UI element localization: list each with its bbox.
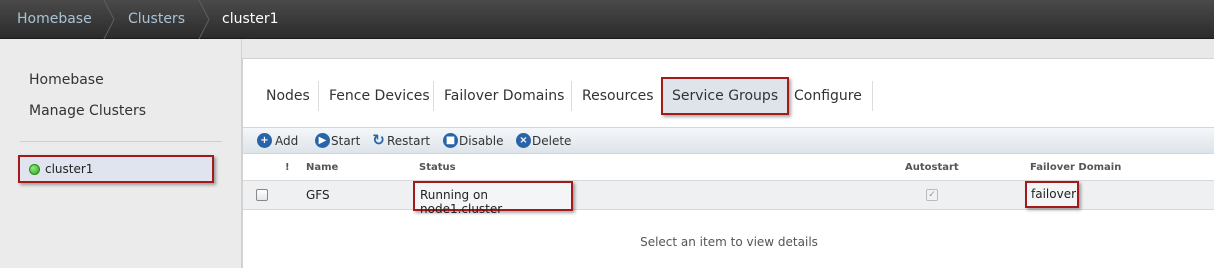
tab-service-groups[interactable]: Service Groups [661, 77, 790, 115]
table-row[interactable]: GFS Running on node1.cluster ✓ failover [243, 180, 1214, 216]
delete-label: Delete [532, 134, 572, 148]
row-select-checkbox[interactable] [256, 189, 268, 201]
breadcrumb-separator-icon [198, 0, 210, 39]
play-icon: ▶ [315, 133, 330, 148]
sidebar-link-homebase[interactable]: Homebase [29, 72, 104, 88]
breadcrumb-clusters[interactable]: Clusters [128, 0, 185, 39]
breadcrumb: Homebase Clusters cluster1 [0, 0, 1214, 39]
sidebar-item-label: cluster1 [45, 162, 94, 176]
tab-nodes[interactable]: Nodes [266, 79, 310, 113]
column-flag[interactable]: ! [285, 162, 290, 173]
column-name[interactable]: Name [306, 162, 338, 173]
failover-domain-value: failover [1025, 181, 1079, 208]
restart-label: Restart [387, 134, 431, 148]
breadcrumb-cluster1: cluster1 [222, 11, 279, 27]
disable-button[interactable]: ■ Disable [443, 133, 504, 149]
delete-button[interactable]: × Delete [516, 133, 571, 149]
service-name: GFS [306, 188, 330, 202]
sidebar: Homebase Manage Clusters cluster1 [0, 39, 242, 268]
tab-divider [433, 81, 434, 111]
main-panel: Nodes Fence Devices Failover Domains Res… [242, 58, 1214, 268]
tab-resources[interactable]: Resources [582, 79, 654, 113]
column-status[interactable]: Status [419, 162, 456, 173]
sidebar-item-cluster1[interactable]: cluster1 [18, 155, 214, 183]
status-online-icon [29, 164, 40, 175]
disable-label: Disable [459, 134, 504, 148]
x-icon: × [516, 133, 531, 148]
tab-divider [318, 81, 319, 111]
column-failover-domain[interactable]: Failover Domain [1030, 162, 1121, 173]
sidebar-divider [20, 141, 222, 142]
stop-icon: ■ [443, 133, 458, 148]
autostart-checkbox: ✓ [926, 189, 938, 201]
tab-divider [571, 81, 572, 111]
restart-button[interactable]: ↻ Restart [371, 133, 430, 149]
table-header: ! Name Status Autostart Failover Domain [243, 155, 1214, 179]
breadcrumb-separator-icon [103, 0, 115, 39]
sidebar-link-manage-clusters[interactable]: Manage Clusters [29, 103, 146, 119]
start-label: Start [331, 134, 361, 148]
tab-failover-domains[interactable]: Failover Domains [444, 79, 564, 113]
add-label: Add [275, 134, 299, 148]
column-autostart[interactable]: Autostart [905, 162, 959, 173]
plus-icon: + [257, 133, 272, 148]
toolbar: + Add ▶ Start ↻ Restart ■ Disable × Dele… [243, 127, 1214, 154]
details-placeholder: Select an item to view details [640, 235, 818, 249]
refresh-icon: ↻ [372, 131, 385, 149]
tab-fence-devices[interactable]: Fence Devices [329, 79, 430, 113]
service-status: Running on node1.cluster [413, 181, 573, 216]
tab-divider [872, 81, 873, 111]
breadcrumb-homebase[interactable]: Homebase [17, 0, 92, 39]
tab-configure[interactable]: Configure [794, 79, 862, 113]
add-button[interactable]: + Add [257, 133, 298, 149]
start-button[interactable]: ▶ Start [315, 133, 360, 149]
